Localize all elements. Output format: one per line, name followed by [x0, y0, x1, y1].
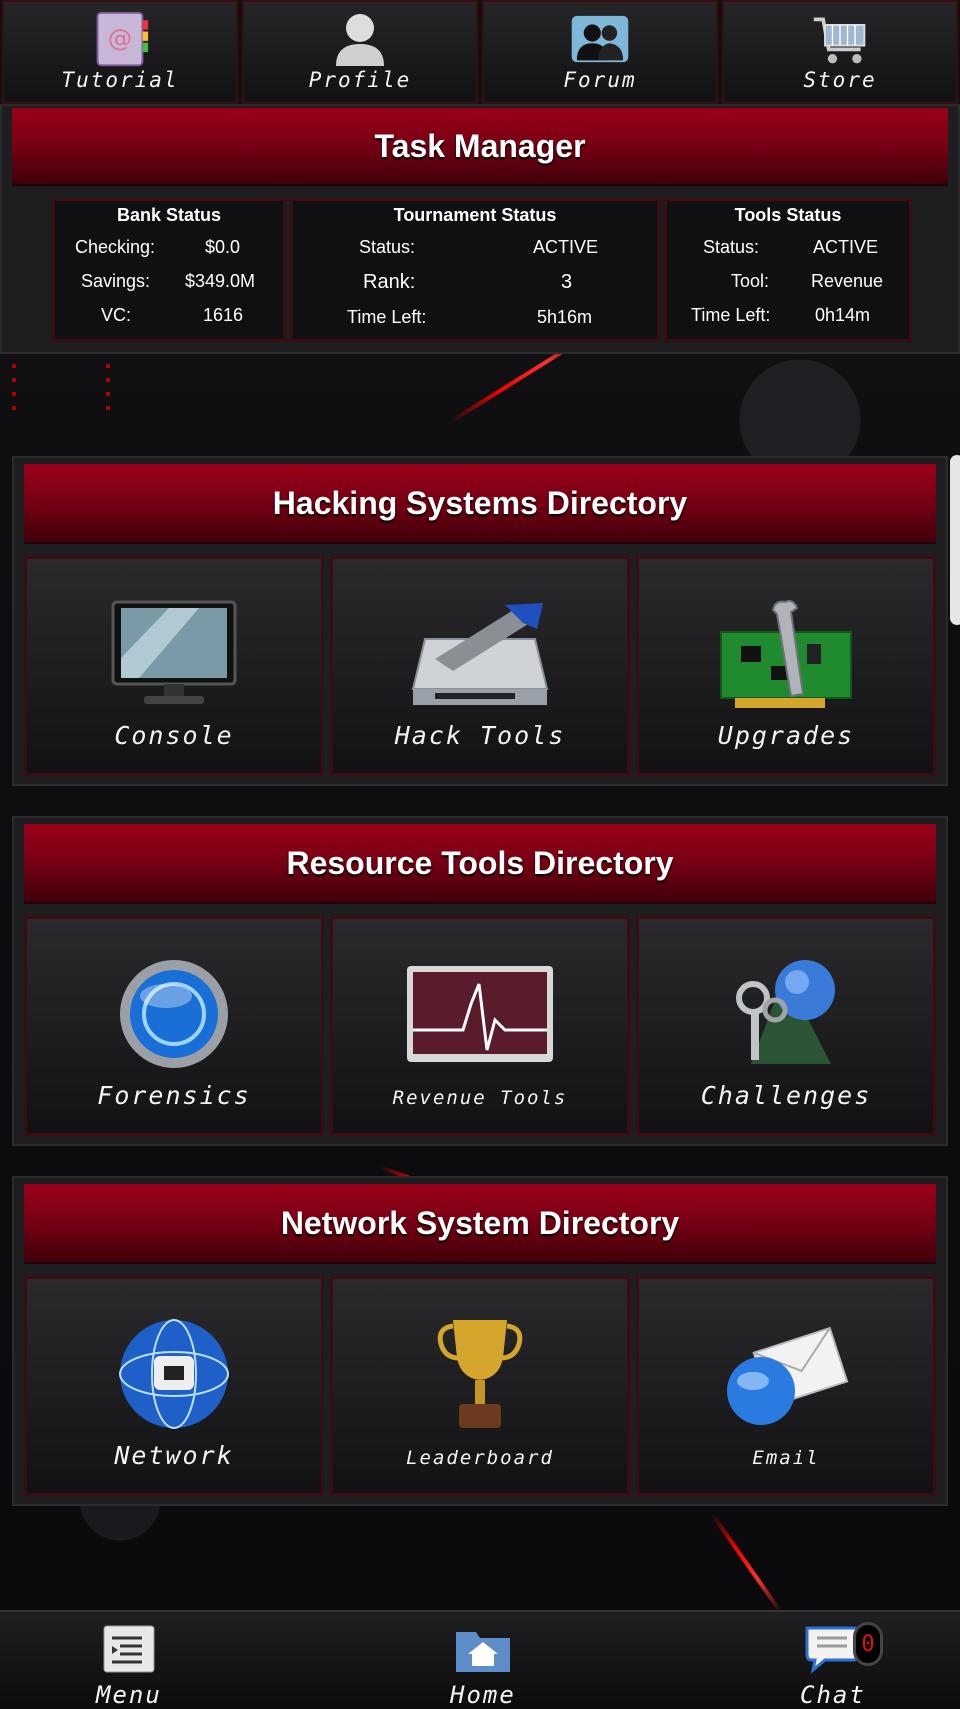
tools-status-box: Tools Status Status: ACTIVE Tool: Revenue …	[664, 198, 912, 342]
monitor-icon	[94, 589, 254, 719]
email-tile[interactable]: Email	[636, 1276, 936, 1496]
address-book-icon: @	[90, 10, 150, 68]
home-folder-icon	[454, 1624, 512, 1679]
email-globe-icon	[706, 1309, 866, 1439]
forensics-tile[interactable]: Forensics	[24, 916, 324, 1136]
tab-store-label: Store	[803, 68, 877, 92]
circuit-board-wrench-icon	[706, 589, 866, 719]
rank-label: Rank:	[363, 271, 416, 293]
task-manager-title: Task Manager	[12, 108, 948, 186]
upgrades-tile[interactable]: Upgrades	[636, 556, 936, 776]
checking-label: Checking:	[75, 237, 156, 257]
bank-status-heading: Bank Status	[116, 205, 222, 225]
savings-label: Savings:	[81, 271, 151, 291]
tools-status-heading: Tools Status	[734, 205, 842, 225]
resource-tools-panel: Resource Tools Directory Forensics Reven…	[12, 816, 948, 1146]
tools-status-value: ACTIVE	[813, 237, 879, 257]
tools-time-left-label: Time Left:	[691, 305, 771, 325]
tool-value: Revenue	[811, 271, 884, 291]
tab-store[interactable]: Store	[722, 0, 958, 104]
people-icon	[570, 10, 630, 68]
top-navigation: @ Tutorial Profile Forum Store	[0, 0, 960, 104]
savings-value: $349.0M	[185, 271, 256, 291]
tab-tutorial[interactable]: @ Tutorial	[2, 0, 238, 104]
bank-status-box: Bank Status Checking: $0.0 Savings: $349.0…	[52, 198, 286, 342]
tools-time-left-value: 0h14m	[815, 305, 871, 325]
upgrades-label: Upgrades	[717, 721, 855, 750]
circuit-dots	[106, 350, 110, 420]
tab-forum-label: Forum	[563, 68, 637, 92]
hacking-systems-panel: Hacking Systems Directory Console Hack T…	[12, 456, 948, 786]
email-label: Email	[752, 1447, 820, 1469]
vc-label: VC:	[101, 305, 132, 325]
menu-label: Menu	[96, 1681, 162, 1709]
network-tile[interactable]: Network	[24, 1276, 324, 1496]
hard-drive-tools-icon	[400, 589, 560, 719]
tab-tutorial-label: Tutorial	[61, 68, 179, 92]
tab-profile[interactable]: Profile	[242, 0, 478, 104]
globe-keys-icon	[706, 949, 866, 1079]
home-button[interactable]: Home	[450, 1624, 516, 1709]
checking-value: $0.0	[205, 237, 241, 257]
user-icon	[330, 10, 390, 68]
tool-label: Tool:	[731, 271, 770, 291]
tab-forum[interactable]: Forum	[482, 0, 718, 104]
challenges-tile[interactable]: Challenges	[636, 916, 936, 1136]
trophy-icon	[400, 1309, 560, 1439]
tools-status-label: Status:	[703, 237, 760, 257]
tournament-status-heading: Tournament Status	[393, 205, 557, 225]
leaderboard-tile[interactable]: Leaderboard	[330, 1276, 630, 1496]
list-document-icon	[102, 1624, 156, 1679]
revenue-tools-label: Revenue Tools	[392, 1087, 568, 1109]
network-system-panel: Network System Directory Network Leaderb…	[12, 1176, 948, 1506]
forensics-label: Forensics	[97, 1081, 251, 1110]
console-tile[interactable]: Console	[24, 556, 324, 776]
cart-icon	[810, 10, 870, 68]
svg-text:@: @	[108, 24, 132, 53]
chat-unread-badge: 0	[853, 1622, 883, 1666]
network-label: Network	[114, 1441, 234, 1470]
tournament-status-box: Tournament Status Status: ACTIVE Rank: 3 T…	[290, 198, 660, 342]
tab-profile-label: Profile	[308, 68, 412, 92]
hack-tools-tile[interactable]: Hack Tools	[330, 556, 630, 776]
resource-tools-title: Resource Tools Directory	[24, 824, 936, 904]
waveform-monitor-icon	[400, 949, 560, 1079]
tournament-time-left-value: 5h16m	[537, 307, 593, 327]
task-manager-panel: Task Manager Bank Status Checking: $0.0 S…	[0, 104, 960, 354]
hacking-systems-title: Hacking Systems Directory	[24, 464, 936, 544]
circuit-dots	[12, 350, 16, 410]
blue-orb-icon	[94, 949, 254, 1079]
chat-label: Chat	[800, 1681, 866, 1709]
revenue-tools-tile[interactable]: Revenue Tools	[330, 916, 630, 1136]
home-label: Home	[450, 1681, 516, 1709]
network-globe-icon	[94, 1309, 254, 1439]
bottom-navigation: Menu Home Chat	[0, 1610, 960, 1709]
hack-tools-label: Hack Tools	[394, 721, 566, 750]
vc-value: 1616	[203, 305, 244, 325]
menu-button[interactable]: Menu	[96, 1624, 162, 1709]
tournament-status-value: ACTIVE	[533, 237, 599, 257]
tournament-status-label: Status:	[359, 237, 416, 257]
console-label: Console	[114, 721, 234, 750]
challenges-label: Challenges	[700, 1081, 872, 1110]
network-system-title: Network System Directory	[24, 1184, 936, 1264]
tournament-time-left-label: Time Left:	[347, 307, 427, 327]
leaderboard-label: Leaderboard	[406, 1447, 554, 1469]
scrollbar-handle[interactable]	[950, 455, 960, 625]
rank-value: 3	[561, 271, 573, 293]
